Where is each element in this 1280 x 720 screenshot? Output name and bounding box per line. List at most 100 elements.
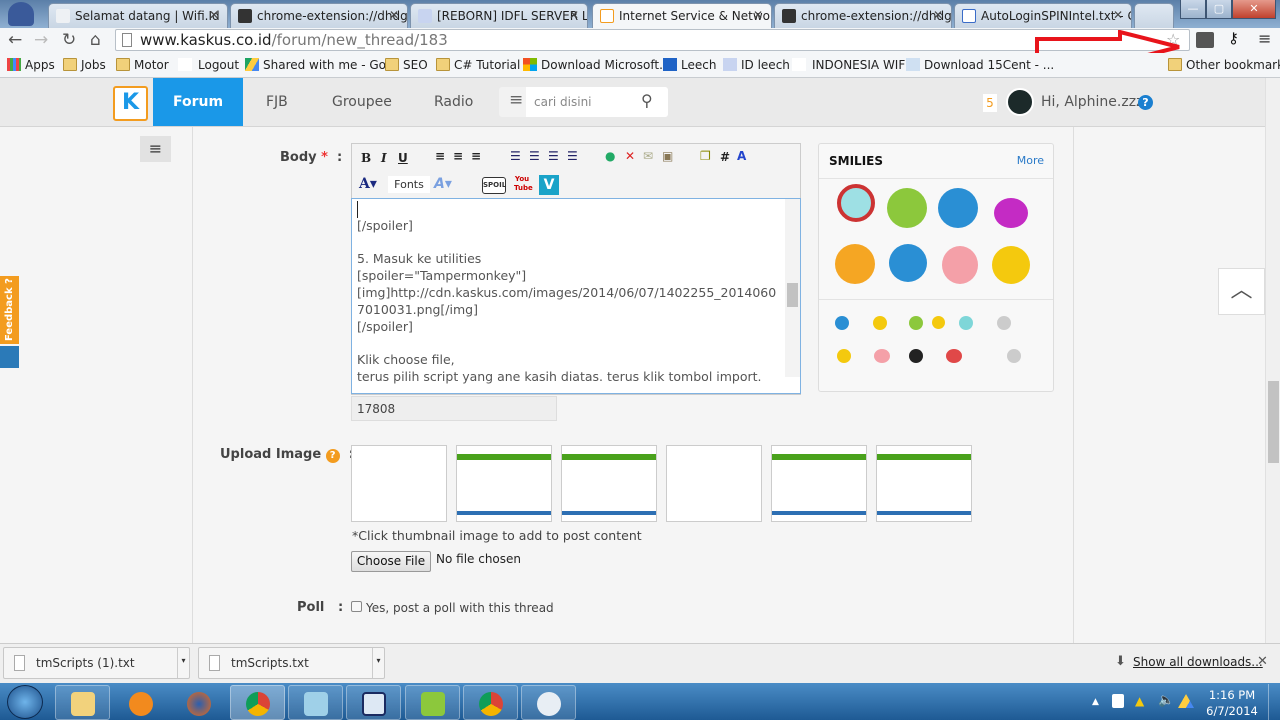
avatar[interactable] [1006,88,1034,116]
bookmark-seo[interactable]: SEO [385,58,428,72]
smiley-green[interactable] [887,188,927,228]
smiley-laugh[interactable] [835,244,875,284]
link-icon[interactable]: ● [605,149,615,163]
taskbar-firefox[interactable] [171,685,226,720]
address-bar[interactable]: www.kaskus.co.id/forum/new_thread/183 [115,29,1190,51]
help-icon[interactable]: ? [325,449,340,463]
taskbar-paint[interactable] [521,685,576,720]
smiley-blue[interactable] [938,188,978,228]
nav-forum[interactable]: Forum [153,78,243,126]
bookmark-id-leech[interactable]: ID leech [723,58,790,72]
smiley-small[interactable] [997,316,1011,330]
underline-button[interactable]: U [398,151,408,165]
bookmark-csharp[interactable]: C# Tutorial [436,58,520,72]
indent-icon[interactable]: ☰ [548,149,559,163]
minimize-button[interactable]: — [1180,0,1206,19]
feedback-icon[interactable] [0,346,19,368]
tab-autologin[interactable]: AutoLoginSPINIntel.txt - G ✕ [954,3,1132,28]
spoiler-button[interactable]: SPOIL [482,177,506,194]
power-icon[interactable] [1112,694,1124,708]
close-window-button[interactable]: ✕ [1232,0,1276,19]
smiley-small[interactable] [835,316,849,330]
align-center-icon[interactable]: ≡ [453,149,463,163]
smiley-sara[interactable] [837,184,875,222]
bookmark-microsoft[interactable]: Download Microsoft... [523,58,671,72]
close-tab-icon[interactable]: ✕ [209,8,219,22]
show-all-downloads-link[interactable]: Show all downloads... [1133,655,1263,669]
italic-button[interactable]: I [381,151,387,165]
network-warning-icon[interactable]: ▲ [1135,694,1144,708]
uploaded-thumbnail[interactable] [456,445,552,522]
smiley-small[interactable] [837,349,851,363]
close-tab-icon[interactable]: ✕ [1113,8,1123,22]
vimeo-button[interactable]: V [539,175,559,195]
uploaded-thumbnail[interactable] [351,445,447,522]
nav-radio[interactable]: Radio [434,78,473,126]
font-color-button[interactable]: A▾ [359,176,377,192]
download-item[interactable]: tmScripts.txt ▾ [198,647,385,679]
help-icon[interactable]: ? [1138,95,1153,110]
image-icon[interactable]: ▣ [662,149,673,163]
align-left-icon[interactable]: ≡ [435,149,445,163]
taskbar-media-player[interactable] [113,685,168,720]
nav-groupee[interactable]: Groupee [332,78,392,126]
smilies-more-link[interactable]: More [1017,154,1044,167]
scrollbar-thumb[interactable] [1268,381,1279,463]
user-greeting[interactable]: Hi, Alphine.zzz [1041,94,1143,110]
bookmark-15cent[interactable]: Download 15Cent - ... [906,58,1054,72]
smiley-small[interactable] [932,316,945,329]
uploaded-thumbnail[interactable] [561,445,657,522]
extension-icon[interactable] [1196,32,1214,48]
menu-icon[interactable]: ≡ [509,90,523,110]
nav-fjb[interactable]: FJB [266,78,288,126]
align-right-icon[interactable]: ≡ [471,149,481,163]
uploaded-thumbnail[interactable] [876,445,972,522]
bookmark-indonesia-wifi[interactable]: INDONESIA WIFI [792,58,909,72]
bookmark-jobs[interactable]: Jobs [63,58,106,72]
fonts-dropdown[interactable]: Fonts [388,176,430,193]
profile-avatar-icon[interactable] [8,2,34,26]
page-scrollbar[interactable] [1265,78,1280,643]
tab-extension-2[interactable]: chrome-extension://dhdg ✕ [774,3,952,28]
bookmark-motor[interactable]: Motor [116,58,169,72]
back-to-top-button[interactable]: ︿ [1218,268,1265,315]
forward-icon[interactable]: → [34,30,48,50]
smiley-yellow[interactable] [992,246,1030,284]
feedback-tab[interactable]: Feedback ? [0,276,19,344]
bookmark-leech[interactable]: Leech [663,58,716,72]
smiley-small[interactable] [959,316,973,330]
bookmark-apps[interactable]: Apps [7,58,55,72]
bold-button[interactable]: B [361,151,371,165]
youtube-button[interactable]: You Tube [514,175,533,195]
download-menu-arrow[interactable]: ▾ [372,648,384,678]
unlink-icon[interactable]: ✕ [625,149,635,163]
taskbar-explorer[interactable] [55,685,110,720]
smiley-small[interactable] [874,349,890,363]
close-tab-icon[interactable]: ✕ [569,8,579,22]
back-icon[interactable]: ← [8,30,22,50]
taskbar-virtualbox[interactable] [346,685,401,720]
smiley-pink[interactable] [942,246,978,284]
numbered-list-icon[interactable]: ☰ [529,149,540,163]
download-menu-arrow[interactable]: ▾ [177,648,189,678]
scrollbar-thumb[interactable] [787,283,798,307]
poll-checkbox[interactable] [351,601,362,612]
show-desktop-button[interactable] [1268,684,1280,720]
sidebar-toggle-button[interactable]: ≡ [140,136,171,162]
close-tab-icon[interactable]: ✕ [389,8,399,22]
email-icon[interactable]: ✉ [643,149,653,163]
kaskus-logo[interactable]: K [113,86,148,121]
system-clock[interactable]: 1:16 PM 6/7/2014 [1203,687,1261,719]
other-bookmarks[interactable]: Other bookmarks [1168,58,1280,72]
close-tab-icon[interactable]: ✕ [933,8,943,22]
smiley-small[interactable] [909,316,923,330]
tab-extension-1[interactable]: chrome-extension://dhdg ✕ [230,3,408,28]
hash-button[interactable]: # [720,150,730,164]
search-icon[interactable]: ⚲ [641,91,653,110]
outdent-icon[interactable]: ☰ [567,149,578,163]
font-size-button[interactable]: A▾ [434,176,452,192]
bullet-list-icon[interactable]: ☰ [510,149,521,163]
uploaded-thumbnail[interactable] [771,445,867,522]
maximize-button[interactable]: ▢ [1206,0,1232,19]
tab-idfl[interactable]: [REBORN] IDFL SERVER LE ✕ [410,3,588,28]
